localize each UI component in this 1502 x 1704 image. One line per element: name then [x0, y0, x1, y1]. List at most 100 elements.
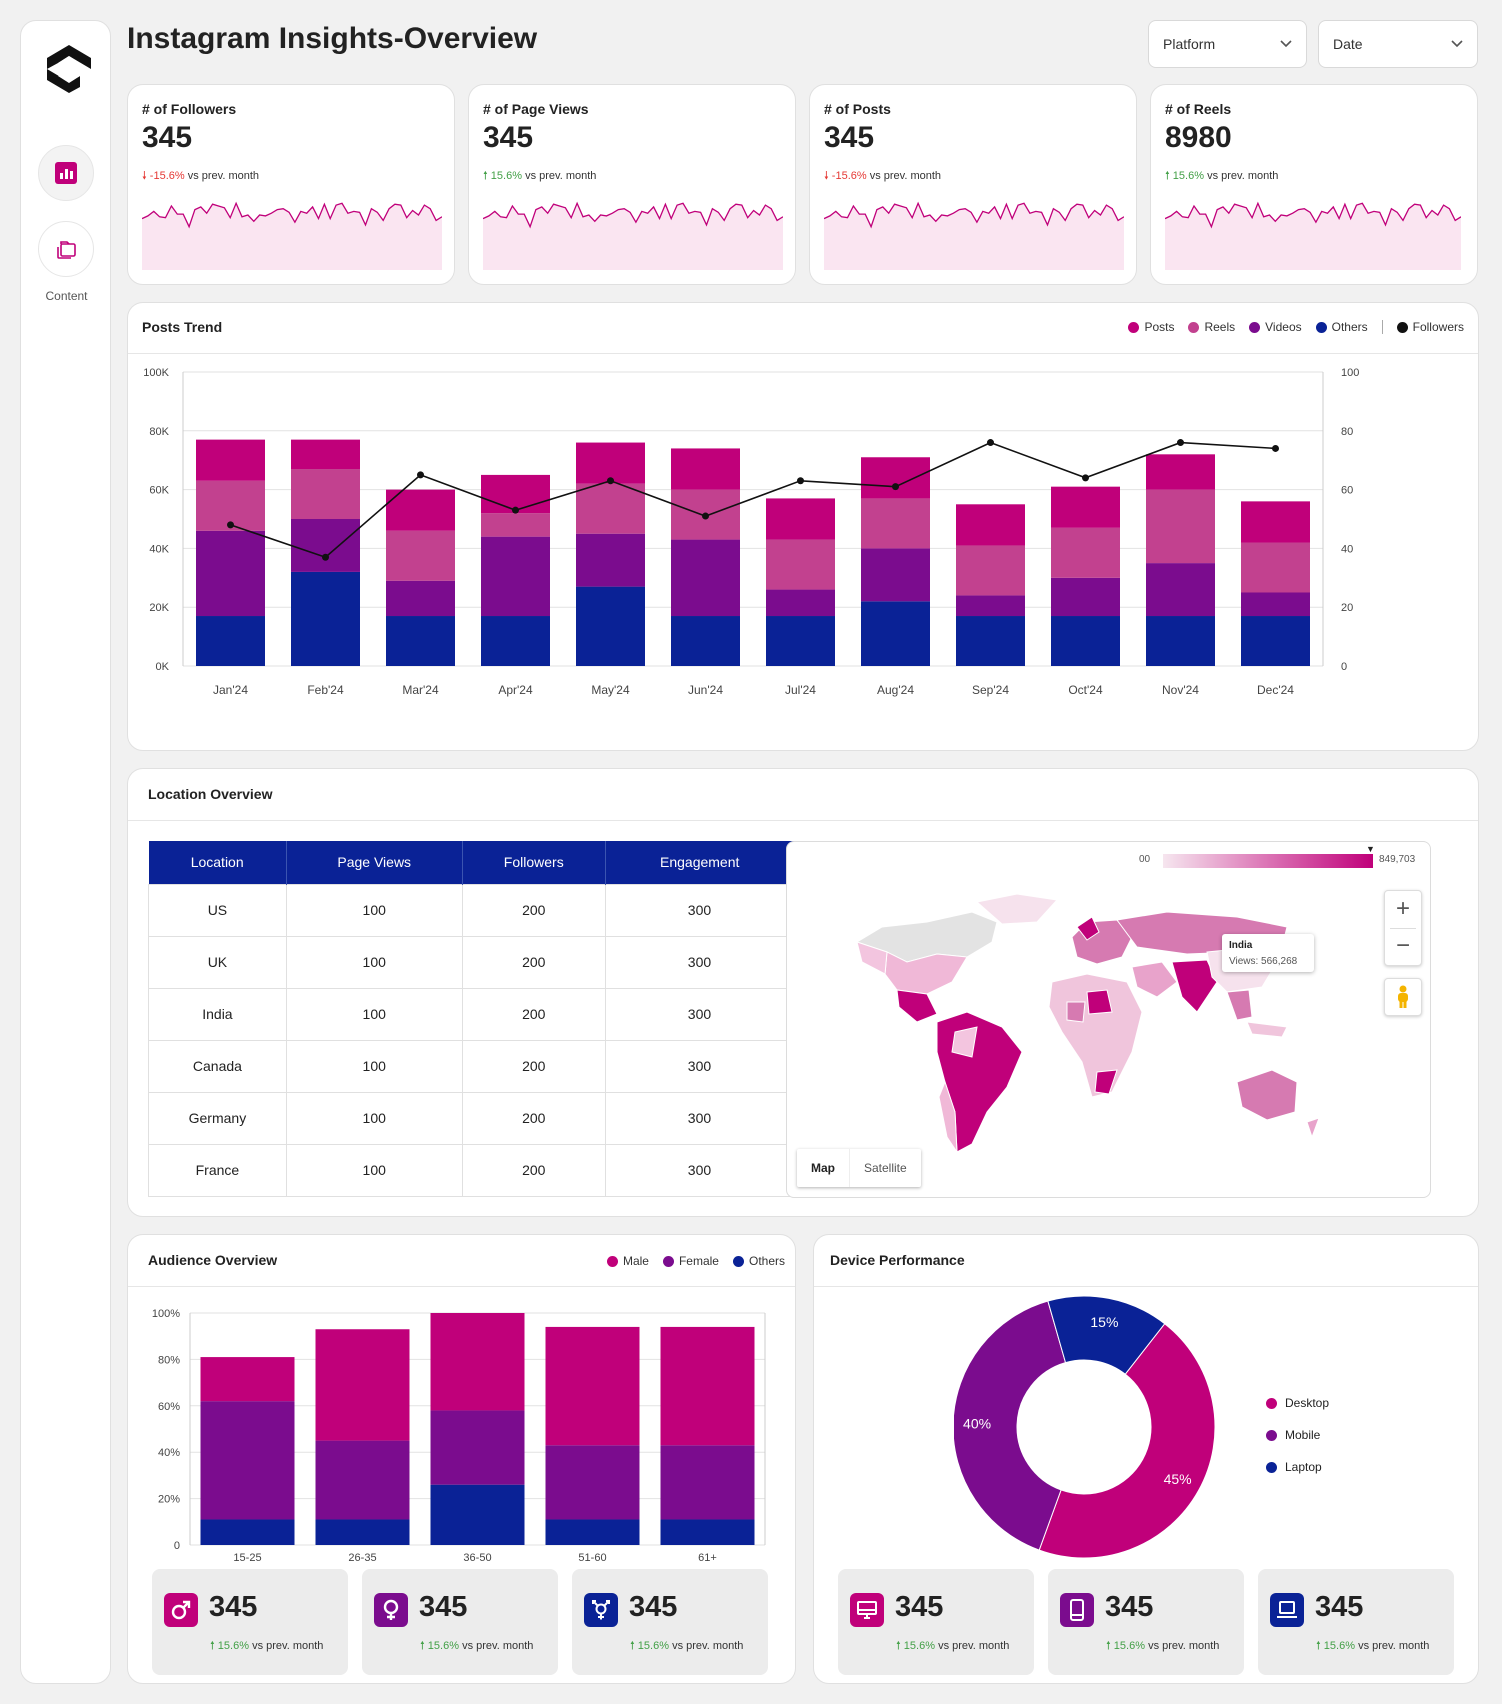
bar-segment-videos	[1051, 577, 1120, 617]
bar-segment-others	[1241, 616, 1310, 666]
bar-segment-others	[430, 1484, 525, 1545]
kpi-delta: 🠗 -15.6% vs prev. month	[824, 167, 941, 186]
x-tick-label: 36-50	[463, 1552, 491, 1564]
table-row[interactable]: Canada 100 200 300	[148, 1039, 795, 1093]
stat-delta: 🠕 15.6% vs prev. month	[630, 1637, 743, 1656]
kpi-card-page-views: # of Page Views 345 🠕 15.6% vs prev. mon…	[468, 84, 796, 285]
bar-segment-videos	[386, 580, 455, 617]
section-divider	[128, 820, 1478, 821]
kpi-value: 345	[824, 121, 875, 154]
section-divider	[128, 353, 1478, 354]
x-tick-label: Sep'24	[972, 683, 1009, 697]
trend-up-icon: 🠕	[420, 1640, 425, 1652]
followers-point	[1272, 444, 1279, 452]
table-row[interactable]: France 100 200 300	[148, 1143, 795, 1197]
y-tick-label: 60%	[158, 1401, 180, 1413]
legend-label: Desktop	[1285, 1396, 1330, 1410]
bar-segment-reels	[861, 498, 930, 549]
column-header[interactable]: Page Views	[286, 841, 463, 884]
bar-segment-reels	[576, 483, 645, 534]
bar-segment-posts	[1051, 486, 1120, 528]
followers-point	[1177, 439, 1184, 447]
bar-segment-posts	[196, 439, 265, 481]
section-title: Posts Trend	[142, 319, 223, 335]
column-header[interactable]: Followers	[462, 841, 606, 884]
bar-segment-posts	[1146, 454, 1215, 490]
legend-dot	[1396, 321, 1408, 333]
zoom-in-button[interactable]: +	[1396, 891, 1410, 928]
bar-segment-reels	[766, 539, 835, 590]
column-header[interactable]: Engagement	[605, 841, 794, 884]
stat-delta-suffix: vs prev. month	[252, 1640, 324, 1652]
kpi-delta: 🠕 15.6% vs prev. month	[1165, 167, 1278, 186]
stat-delta-suffix: vs prev. month	[462, 1640, 534, 1652]
world-map[interactable]: 00 ▼ 849,703 India Views: 566,268 + − Ma…	[786, 841, 1431, 1198]
map-type-satellite-button[interactable]: Satellite	[849, 1149, 921, 1187]
trend-down-icon: 🠗	[142, 170, 147, 182]
legend-dot	[1315, 321, 1327, 333]
kpi-delta-value: -15.6%	[831, 170, 867, 182]
bar-segment-others	[200, 1519, 295, 1545]
map-type-map-button[interactable]: Map	[797, 1149, 849, 1187]
table-cell: UK	[148, 935, 287, 989]
bar-segment-male	[200, 1357, 295, 1402]
table-row[interactable]: India 100 200 300	[148, 987, 795, 1041]
y2-tick-label: 0	[1341, 661, 1347, 673]
table-cell: 300	[604, 935, 795, 989]
bar-segment-reels	[1051, 527, 1120, 578]
bar-segment-others	[291, 571, 360, 666]
table-cell: 100	[285, 1039, 463, 1093]
device-stat-laptop: 345 🠕 15.6% vs prev. month	[1258, 1569, 1454, 1675]
table-row[interactable]: Germany 100 200 300	[148, 1091, 795, 1145]
bar-segment-female	[545, 1445, 640, 1520]
legend-label: Followers	[1412, 320, 1464, 334]
stat-delta-value: 15.6%	[903, 1640, 935, 1652]
trend-up-icon: 🠕	[210, 1640, 215, 1652]
table-cell: 300	[604, 1091, 795, 1145]
male-icon	[164, 1593, 198, 1627]
platform-filter[interactable]: Platform	[1148, 20, 1307, 68]
legend-dot	[732, 1255, 744, 1267]
table-cell: 200	[461, 1091, 606, 1145]
column-header[interactable]: Location	[148, 841, 287, 884]
bar-segment-posts	[291, 439, 360, 470]
chevron-down-icon	[1451, 40, 1463, 48]
zoom-out-button[interactable]: −	[1396, 928, 1410, 965]
stat-delta: 🠕 15.6% vs prev. month	[896, 1637, 1009, 1656]
table-row[interactable]: UK 100 200 300	[148, 935, 795, 989]
bar-segment-reels	[1146, 489, 1215, 564]
stat-delta-value: 15.6%	[1323, 1640, 1355, 1652]
stat-delta-suffix: vs prev. month	[938, 1640, 1010, 1652]
table-cell: 100	[285, 1091, 463, 1145]
bar-segment-others	[1146, 616, 1215, 666]
bar-segment-others	[315, 1519, 410, 1545]
stat-delta: 🠕 15.6% vs prev. month	[210, 1637, 323, 1656]
x-tick-label: Dec'24	[1257, 683, 1294, 697]
stat-delta-suffix: vs prev. month	[1148, 1640, 1220, 1652]
scale-marker-icon: ▼	[1366, 844, 1375, 854]
bar-segment-videos	[481, 536, 550, 617]
map-scale-min: 00	[1139, 854, 1151, 865]
street-view-button[interactable]	[1384, 978, 1422, 1016]
trend-up-icon: 🠕	[1316, 1640, 1321, 1652]
x-tick-label: Jun'24	[688, 683, 723, 697]
x-tick-label: Oct'24	[1068, 683, 1103, 697]
content-nav-button[interactable]	[38, 221, 94, 277]
sparkline-area	[824, 203, 1124, 270]
legend-item-posts: Posts	[1128, 320, 1174, 334]
y-tick-label: 20K	[149, 602, 169, 614]
section-title: Device Performance	[830, 1252, 965, 1268]
table-row[interactable]: US 100 200 300	[148, 883, 795, 937]
sparkline	[824, 201, 1124, 270]
x-tick-label: 51-60	[578, 1552, 606, 1564]
dashboard-nav-button[interactable]	[38, 145, 94, 201]
table-cell: Germany	[148, 1091, 287, 1145]
table-cell: 100	[285, 883, 463, 937]
date-filter[interactable]: Date	[1318, 20, 1478, 68]
table-cell: 100	[285, 1143, 463, 1197]
legend-dot	[606, 1255, 618, 1267]
kpi-delta-value: 15.6%	[1172, 170, 1204, 182]
legend-label: Female	[678, 1254, 719, 1268]
stat-delta-value: 15.6%	[427, 1640, 459, 1652]
bar-segment-female	[200, 1401, 295, 1520]
